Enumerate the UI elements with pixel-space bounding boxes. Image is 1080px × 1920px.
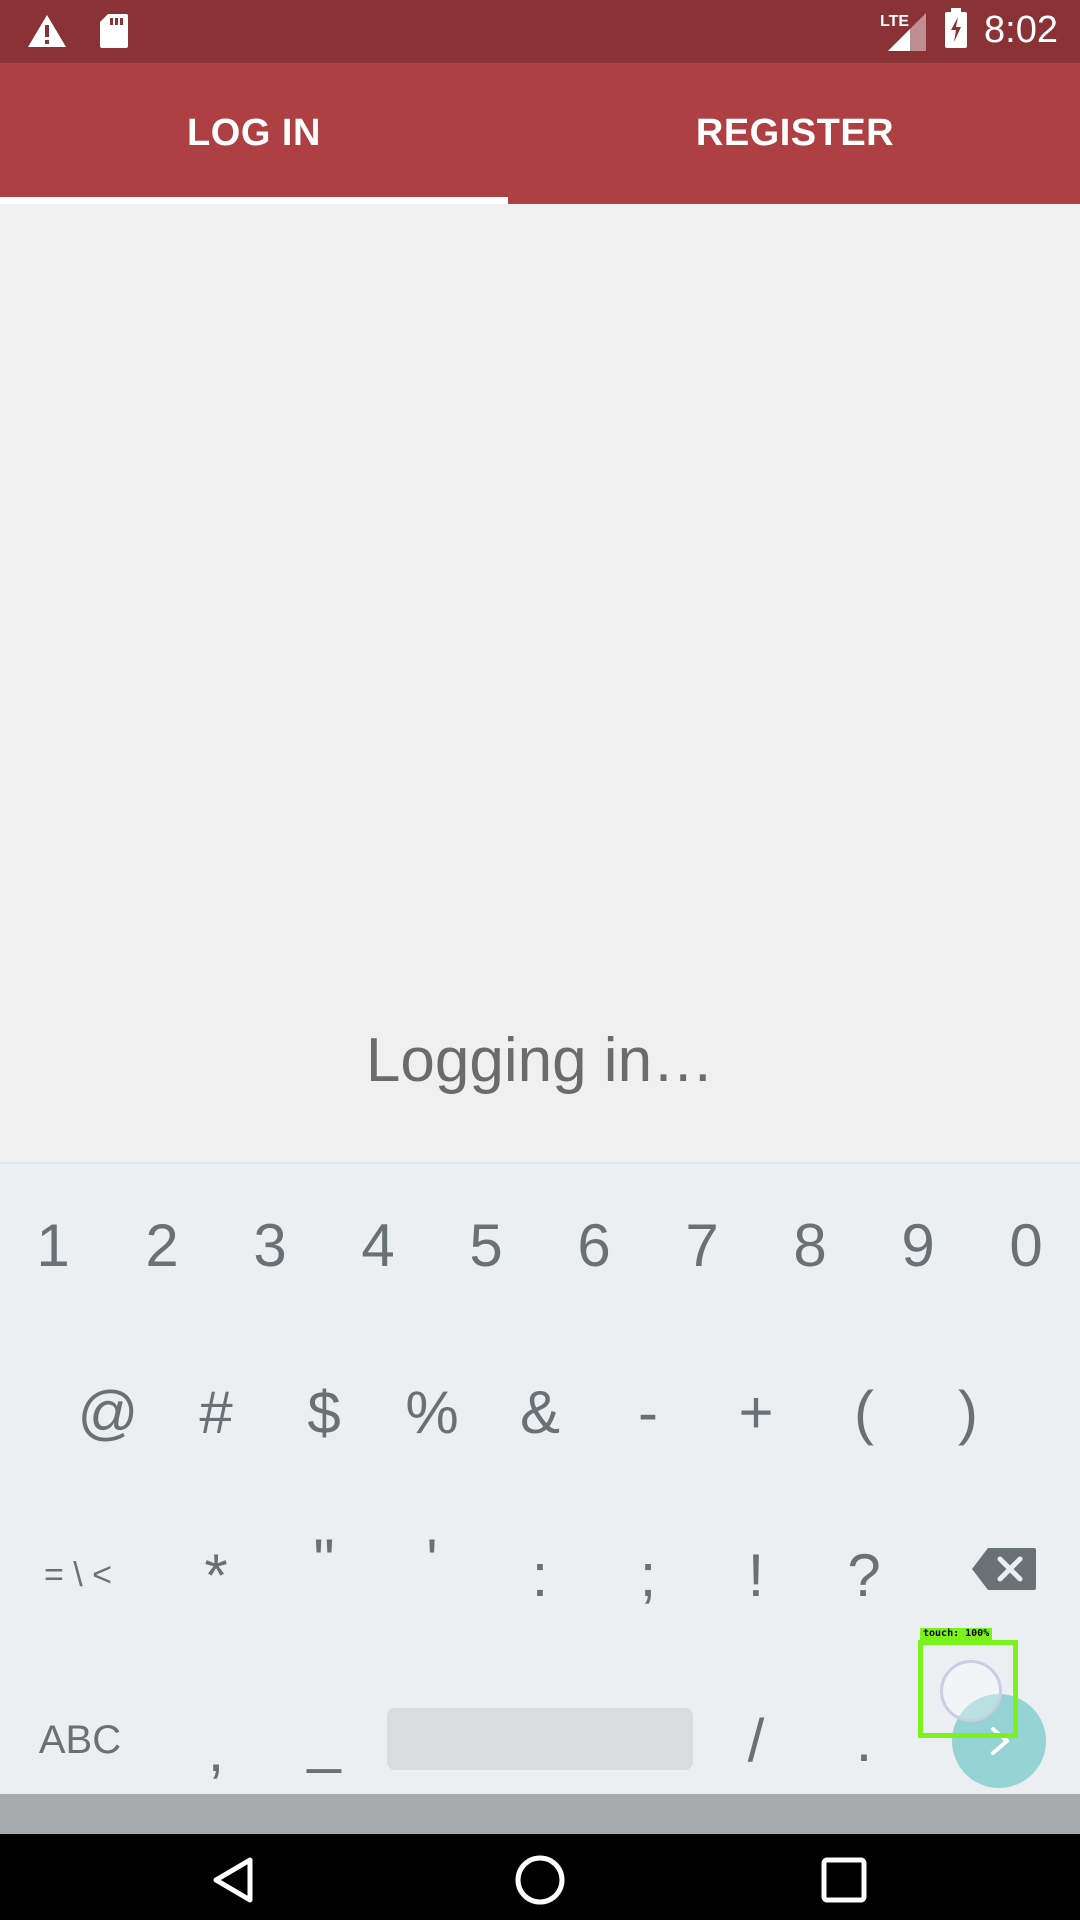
key-3[interactable]: 3 bbox=[220, 1195, 320, 1295]
key-single-quote[interactable]: ' bbox=[382, 1510, 482, 1610]
key-hash[interactable]: # bbox=[166, 1362, 266, 1462]
clock: 8:02 bbox=[984, 9, 1058, 51]
key-exclamation[interactable]: ! bbox=[706, 1525, 806, 1625]
key-question[interactable]: ? bbox=[814, 1525, 914, 1625]
touch-indicator bbox=[940, 1660, 1002, 1722]
key-at[interactable]: @ bbox=[58, 1362, 158, 1462]
main-content bbox=[0, 204, 1080, 1162]
sd-card-icon bbox=[98, 12, 130, 55]
warning-icon bbox=[26, 13, 68, 54]
key-1[interactable]: 1 bbox=[3, 1195, 103, 1295]
navigation-bar bbox=[0, 1834, 1080, 1920]
status-bar: LTE 8:02 bbox=[0, 0, 1080, 63]
tab-register-label: REGISTER bbox=[695, 112, 895, 154]
key-colon[interactable]: : bbox=[490, 1525, 590, 1625]
key-double-quote[interactable]: " bbox=[274, 1510, 374, 1610]
key-semicolon[interactable]: ; bbox=[598, 1525, 698, 1625]
key-percent[interactable]: % bbox=[382, 1362, 482, 1462]
key-minus[interactable]: - bbox=[598, 1362, 698, 1462]
key-asterisk[interactable]: * bbox=[166, 1525, 266, 1625]
backspace-icon bbox=[972, 1548, 1036, 1590]
key-dollar[interactable]: $ bbox=[274, 1362, 374, 1462]
backspace-key[interactable] bbox=[970, 1546, 1038, 1592]
lte-signal-icon: LTE bbox=[880, 9, 928, 53]
key-underscore[interactable]: _ bbox=[274, 1690, 374, 1790]
spacebar-key[interactable] bbox=[387, 1708, 693, 1770]
key-8[interactable]: 8 bbox=[760, 1195, 860, 1295]
key-9[interactable]: 9 bbox=[868, 1195, 968, 1295]
battery-charging-icon bbox=[944, 8, 968, 53]
key-period[interactable]: . bbox=[814, 1690, 914, 1790]
key-2[interactable]: 2 bbox=[112, 1195, 212, 1295]
key-4[interactable]: 4 bbox=[328, 1195, 428, 1295]
back-icon[interactable] bbox=[210, 1856, 258, 1909]
key-5[interactable]: 5 bbox=[436, 1195, 536, 1295]
tab-log-in-label: LOG IN bbox=[187, 112, 321, 154]
home-icon[interactable] bbox=[514, 1854, 566, 1911]
touch-debug-label: touch: 100% bbox=[920, 1628, 993, 1640]
tab-register[interactable]: REGISTER bbox=[540, 63, 1050, 204]
key-plus[interactable]: + bbox=[706, 1362, 806, 1462]
logging-in-status: Logging in… bbox=[365, 1026, 715, 1095]
key-ampersand[interactable]: & bbox=[490, 1362, 590, 1462]
selected-tab-indicator bbox=[0, 197, 508, 204]
key-comma[interactable]: , bbox=[166, 1700, 266, 1800]
key-abc[interactable]: ABC bbox=[30, 1690, 130, 1790]
recents-icon[interactable] bbox=[820, 1856, 868, 1909]
key-close-paren[interactable]: ) bbox=[918, 1362, 1018, 1462]
key-open-paren[interactable]: ( bbox=[814, 1362, 914, 1462]
tab-bar: LOG IN REGISTER bbox=[0, 63, 1080, 204]
key-slash[interactable]: / bbox=[706, 1690, 806, 1790]
tab-log-in[interactable]: LOG IN bbox=[0, 63, 508, 204]
key-more-symbols[interactable]: = \ < bbox=[28, 1525, 128, 1625]
keyboard-bottom-strip bbox=[0, 1794, 1080, 1834]
key-6[interactable]: 6 bbox=[544, 1195, 644, 1295]
key-0[interactable]: 0 bbox=[976, 1195, 1076, 1295]
key-7[interactable]: 7 bbox=[652, 1195, 752, 1295]
